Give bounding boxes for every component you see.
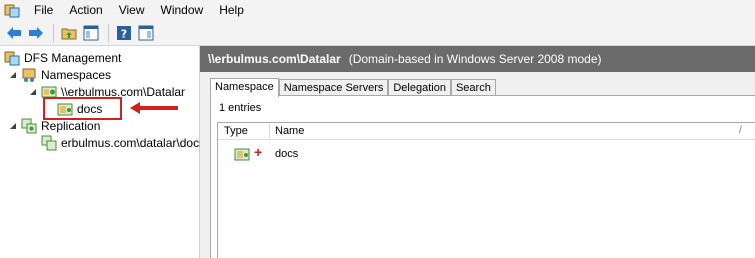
tree-label: DFS Management <box>24 51 122 65</box>
tree-label: erbulmus.com\datalar\docs <box>61 136 206 150</box>
mmc-window: File Action View Window Help ? DFS Manag… <box>0 0 755 258</box>
menu-bar: File Action View Window Help <box>0 0 755 20</box>
forward-button[interactable] <box>26 23 46 43</box>
details-title-bar: \\erbulmus.com\Datalar (Domain-based in … <box>200 46 755 72</box>
toolbar-separator <box>53 23 54 42</box>
help-icon: ? <box>117 25 131 40</box>
show-hide-action-pane-button[interactable] <box>136 23 156 43</box>
sort-indicator-icon: / <box>739 125 742 136</box>
tab-namespace-servers[interactable]: Namespace Servers <box>278 79 389 96</box>
menu-view[interactable]: View <box>111 0 153 20</box>
toolbar-separator <box>108 23 109 42</box>
column-header-type[interactable]: Type <box>224 125 248 137</box>
dfs-app-icon <box>4 4 20 18</box>
namespace-list-view: Type Name / + docs <box>217 122 755 258</box>
list-item[interactable]: + docs <box>218 144 755 163</box>
annotation-plus-icon: + <box>254 144 263 160</box>
help-button[interactable]: ? <box>114 23 134 43</box>
tab-strip: Namespace Namespace Servers Delegation S… <box>210 78 496 97</box>
collapse-triangle-icon[interactable] <box>8 70 18 80</box>
details-pane: \\erbulmus.com\Datalar (Domain-based in … <box>200 46 755 258</box>
dfs-folder-icon <box>234 148 250 161</box>
collapse-triangle-icon[interactable] <box>28 87 38 97</box>
annotation-arrow-icon <box>130 102 178 114</box>
menu-help[interactable]: Help <box>211 0 252 20</box>
namespace-path: \\erbulmus.com\Datalar <box>208 52 341 66</box>
back-arrow-icon <box>7 26 21 39</box>
menu-action[interactable]: Action <box>61 0 110 20</box>
namespace-mode: (Domain-based in Windows Server 2008 mod… <box>348 52 602 66</box>
back-button[interactable] <box>4 23 24 43</box>
annotation-highlight-box <box>43 97 122 120</box>
dfs-management-icon <box>4 51 20 66</box>
column-divider[interactable] <box>269 124 270 139</box>
tree-item-replication-group[interactable]: erbulmus.com\datalar\docs <box>41 134 205 152</box>
up-folder-icon <box>61 28 77 39</box>
menu-file[interactable]: File <box>26 0 61 20</box>
namespace-tab-panel: 1 entries Type Name / + docs <box>210 95 755 258</box>
show-hide-tree-icon <box>83 25 99 40</box>
svg-text:?: ? <box>121 27 127 40</box>
tree-label: Replication <box>41 119 101 133</box>
namespaces-icon <box>22 68 36 82</box>
collapse-triangle-icon[interactable] <box>8 121 18 131</box>
column-header-name[interactable]: Name <box>275 125 304 137</box>
tab-search[interactable]: Search <box>450 79 496 96</box>
menu-window[interactable]: Window <box>153 0 212 20</box>
show-hide-tree-button[interactable] <box>81 23 101 43</box>
replication-icon <box>21 118 37 134</box>
list-item-name: docs <box>275 148 299 160</box>
up-level-button[interactable] <box>59 23 79 43</box>
list-header: Type Name / <box>218 123 755 140</box>
tab-delegation[interactable]: Delegation <box>388 79 451 96</box>
tree-label: Namespaces <box>41 68 112 82</box>
toolbar: ? <box>0 20 755 46</box>
tab-namespace[interactable]: Namespace <box>210 78 279 97</box>
entries-count: 1 entries <box>219 102 262 114</box>
tree-item-namespaces[interactable]: Namespaces <box>8 66 111 84</box>
replication-group-icon <box>41 135 57 151</box>
show-hide-action-pane-icon <box>138 25 154 40</box>
tree-item-dfs-management[interactable]: DFS Management <box>4 49 121 67</box>
forward-arrow-icon <box>29 26 43 39</box>
console-tree: DFS Management Namespaces \\erbulmus.com… <box>0 46 205 258</box>
